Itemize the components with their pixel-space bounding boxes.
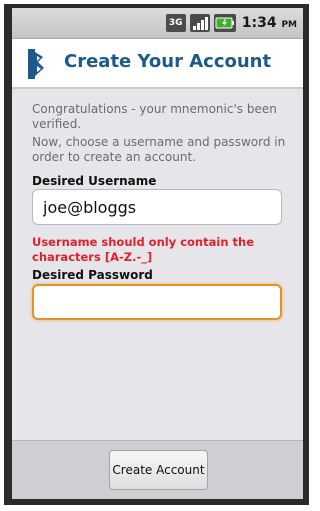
app-logo-icon (28, 49, 44, 79)
signal-strength-icon (189, 14, 210, 32)
page-title: Create Your Account (64, 51, 272, 72)
battery-icon (213, 14, 236, 32)
instruction-message: Now, choose a username and password in o… (32, 135, 286, 164)
clock: 1:34 PM (241, 15, 297, 31)
password-input[interactable] (32, 284, 282, 320)
status-icons: 3G 1:34 PM (165, 12, 297, 34)
username-error-message: Username should only contain the charact… (32, 235, 254, 264)
verification-message: Congratulations - your mnemonic's been v… (32, 102, 277, 131)
title-bar: Create Your Account (12, 39, 303, 89)
status-bar: 3G 1:34 PM (12, 8, 303, 39)
create-account-button[interactable]: Create Account (109, 450, 208, 490)
username-input[interactable] (32, 189, 282, 225)
bottom-bar: Create Account (12, 440, 303, 499)
username-label: Desired Username (32, 174, 157, 188)
password-label: Desired Password (32, 268, 153, 282)
phone-screen: 3G 1:34 PM Create Your Account Congratul… (12, 8, 303, 499)
network-3g-icon: 3G (165, 14, 186, 32)
